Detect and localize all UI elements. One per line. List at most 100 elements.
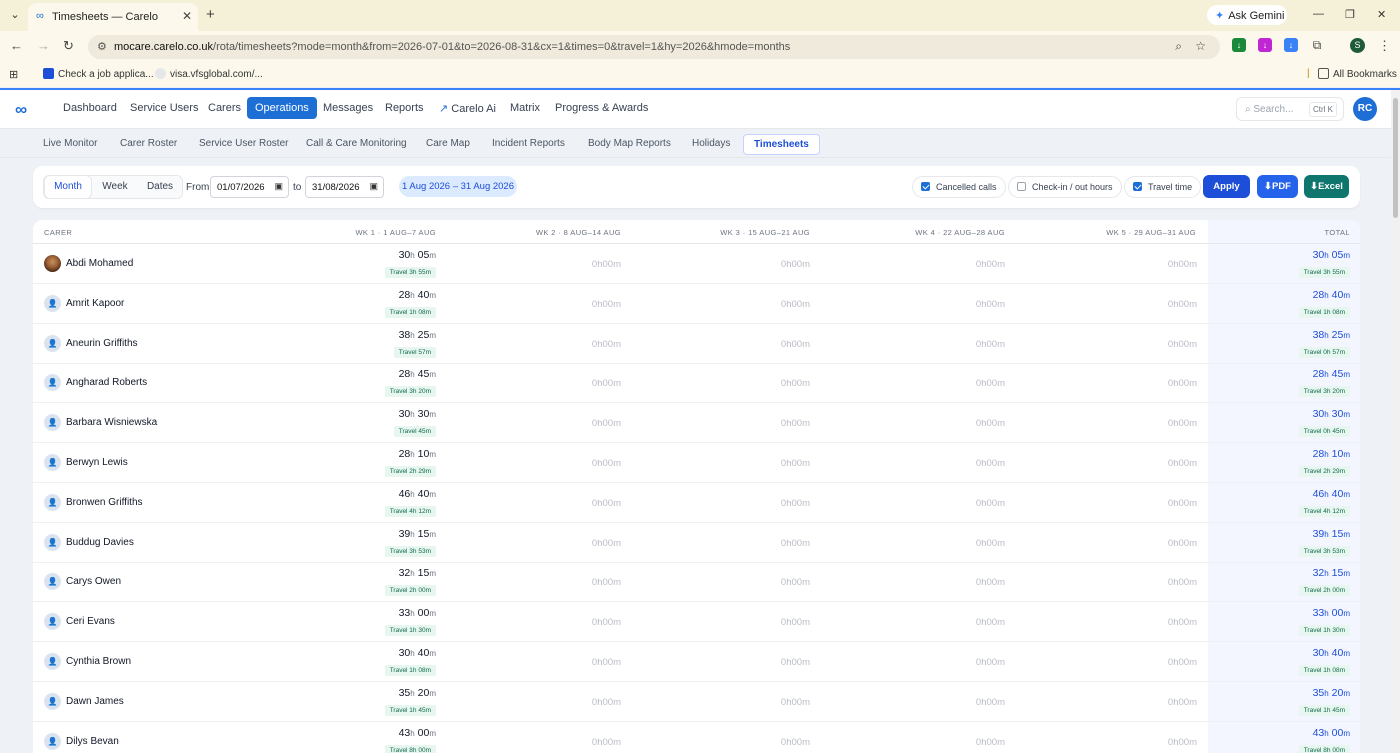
address-bar[interactable]: ⚙ mocare.carelo.co.uk/rota/timesheets?mo… [88, 35, 1220, 59]
mode-month-button[interactable]: Month [45, 176, 91, 198]
user-avatar[interactable]: RC [1353, 97, 1377, 121]
table-row[interactable]: 👤 Carys Owen 32h 15m Travel 2h 00m 0h00m 0h00… [33, 562, 1360, 603]
mode-week-button[interactable]: Week [94, 176, 136, 198]
nav-messages[interactable]: Messages [323, 102, 373, 114]
subnav-live-monitor[interactable]: Live Monitor [43, 138, 97, 149]
calendar-icon[interactable]: ▣ [369, 181, 378, 192]
nav-carers[interactable]: Carers [208, 102, 241, 114]
calendar-icon[interactable]: ▣ [274, 181, 283, 192]
week-hours-empty: 0h00m [976, 617, 1005, 628]
carer-name[interactable]: Amrit Kapoor [66, 298, 124, 309]
bookmark-vfsglobal[interactable]: visa.vfsglobal.com/... [155, 68, 263, 80]
zoom-magnifier-icon[interactable]: ⌕ [1175, 39, 1182, 54]
subnav-body-map-reports[interactable]: Body Map Reports [588, 138, 671, 149]
new-tab-plus-icon[interactable]: + [206, 6, 215, 23]
all-bookmarks[interactable]: All Bookmarks [1318, 68, 1397, 80]
subnav-care-map[interactable]: Care Map [426, 138, 470, 149]
download-extension-icon[interactable]: ↓ [1232, 38, 1246, 52]
total-travel-badge: Travel 0h 45m [1298, 426, 1350, 438]
person-icon: 👤 [44, 334, 61, 352]
nav-matrix[interactable]: Matrix [510, 102, 540, 114]
site-info-icon[interactable]: ⚙ [97, 40, 107, 53]
app-search-input[interactable]: ⌕ Search... Ctrl K [1236, 97, 1344, 121]
checkin-hours-checkbox[interactable]: Check-in / out hours [1008, 176, 1122, 198]
carer-name[interactable]: Carys Owen [66, 576, 121, 587]
extension-purple-icon[interactable]: ↓ [1258, 38, 1272, 52]
restore-window-icon[interactable]: ❐ [1345, 8, 1355, 21]
minutes-unit: m [997, 259, 1005, 270]
to-date-input[interactable]: 31/08/2026 ▣ [305, 176, 384, 198]
table-row[interactable]: 👤 Ceri Evans 33h 00m Travel 1h 30m 0h00m 0h00… [33, 602, 1360, 643]
browser-tab-active[interactable]: ∞ Timesheets — Carelo ✕ [28, 3, 198, 31]
apply-button[interactable]: Apply [1203, 175, 1250, 198]
carer-name[interactable]: Angharad Roberts [66, 377, 147, 388]
carer-name[interactable]: Ceri Evans [66, 616, 115, 627]
carer-name[interactable]: Abdi Mohamed [66, 258, 133, 269]
pdf-export-button[interactable]: ⬇PDF [1257, 175, 1298, 198]
carer-name[interactable]: Buddug Davies [66, 537, 134, 548]
table-row[interactable]: 👤 Barbara Wisniewska 30h 30m Travel 45m 0h00… [33, 403, 1360, 444]
nav-service-users[interactable]: Service Users [130, 102, 198, 114]
hours-value: 28 [398, 288, 411, 301]
table-row[interactable]: 👤 Berwyn Lewis 28h 10m Travel 2h 29m 0h00m 0h… [33, 443, 1360, 483]
ask-gemini-button[interactable]: ✦ Ask Gemini [1207, 5, 1287, 25]
cancelled-calls-checkbox[interactable]: Cancelled calls [912, 176, 1006, 198]
table-row[interactable]: 👤 Amrit Kapoor 28h 40m Travel 1h 08m 0h00m 0h… [33, 284, 1360, 324]
subnav-service-user-roster[interactable]: Service User Roster [199, 138, 288, 149]
carer-name[interactable]: Aneurin Griffiths [66, 338, 138, 349]
carer-name[interactable]: Berwyn Lewis [66, 457, 128, 468]
mode-dates-button[interactable]: Dates [138, 176, 182, 198]
zero-minutes: 00 [791, 418, 803, 430]
from-date-input[interactable]: 01/07/2026 ▣ [210, 176, 289, 198]
carer-name[interactable]: Dilys Bevan [66, 736, 119, 747]
reload-icon[interactable]: ↻ [63, 38, 74, 54]
table-row[interactable]: 👤 Dilys Bevan 43h 00m Travel 8h 00m 0h00m 0h0… [33, 722, 1360, 753]
travel-time-checkbox[interactable]: Travel time [1124, 176, 1202, 198]
subnav-incident-reports[interactable]: Incident Reports [492, 138, 565, 149]
back-arrow-icon[interactable]: ← [10, 38, 23, 53]
subnav-carer-roster[interactable]: Carer Roster [120, 138, 177, 149]
week-hours-empty: 0h00m [976, 657, 1005, 668]
forward-arrow-icon[interactable]: → [37, 38, 50, 53]
table-row[interactable]: 👤 Angharad Roberts 28h 45m Travel 3h 20m 0h0… [33, 363, 1360, 404]
minimize-window-icon[interactable]: — [1313, 8, 1324, 20]
close-window-icon[interactable]: ✕ [1377, 8, 1386, 21]
subnav-holidays[interactable]: Holidays [692, 138, 730, 149]
checkbox-unchecked-icon [1017, 182, 1026, 191]
carer-name[interactable]: Bronwen Griffiths [66, 497, 143, 508]
excel-export-button[interactable]: ⬇Excel [1304, 175, 1349, 198]
bookmark-star-icon[interactable]: ☆ [1195, 39, 1206, 53]
travel-badge: Travel 1h 08m [384, 665, 436, 676]
nav-dashboard[interactable]: Dashboard [63, 102, 117, 114]
scrollbar-thumb[interactable] [1393, 98, 1398, 218]
table-row[interactable]: 👤 Bronwen Griffiths 46h 40m Travel 4h 12m 0h… [33, 483, 1360, 523]
subnav-call-care-monitoring[interactable]: Call & Care Monitoring [306, 138, 407, 149]
carelo-logo-icon[interactable]: ∞ [15, 100, 27, 120]
table-row[interactable]: 👤 Aneurin Griffiths 38h 25m Travel 57m 0h00m… [33, 324, 1360, 364]
apps-grid-icon[interactable]: ⊞ [9, 68, 18, 81]
carer-name[interactable]: Cynthia Brown [66, 656, 131, 667]
profile-avatar[interactable]: S [1350, 38, 1365, 53]
browser-menu-icon[interactable]: ⋮ [1378, 38, 1391, 54]
subnav-timesheets[interactable]: Timesheets [743, 134, 820, 155]
close-tab-icon[interactable]: ✕ [182, 9, 192, 23]
week1-hours-cell: 38h 25m Travel 57m [393, 329, 436, 359]
nav-progress-awards[interactable]: Progress & Awards [555, 102, 648, 114]
table-row[interactable]: 👤 Buddug Davies 39h 15m Travel 3h 53m 0h00m 0… [33, 523, 1360, 563]
table-row[interactable]: Abdi Mohamed 30h 05m Travel 3h 55m 0h00m 0h0… [33, 244, 1360, 284]
week-hours-empty: 0h00m [1168, 657, 1197, 668]
table-row[interactable]: 👤 Dawn James 35h 20m Travel 1h 45m 0h00m 0h00… [33, 682, 1360, 722]
nav-reports[interactable]: Reports [385, 102, 424, 114]
travel-badge: Travel 8h 00m [384, 744, 436, 753]
table-row[interactable]: 👤 Cynthia Brown 30h 40m Travel 1h 08m 0h00m 0… [33, 642, 1360, 682]
minutes-unit: m [802, 259, 810, 270]
nav-carelo-ai[interactable]: ↗ Carelo Ai [439, 102, 496, 115]
extension-blue-icon[interactable]: ↓ [1284, 38, 1298, 52]
tab-search-chevron-icon[interactable]: ⌄ [5, 6, 25, 24]
carer-name[interactable]: Barbara Wisniewska [66, 417, 157, 428]
nav-operations[interactable]: Operations [247, 97, 317, 119]
page-scrollbar[interactable] [1391, 90, 1400, 753]
extensions-puzzle-icon[interactable]: ⧉ [1310, 38, 1324, 52]
bookmark-check-job[interactable]: Check a job applica... [43, 68, 154, 80]
carer-name[interactable]: Dawn James [66, 696, 124, 707]
